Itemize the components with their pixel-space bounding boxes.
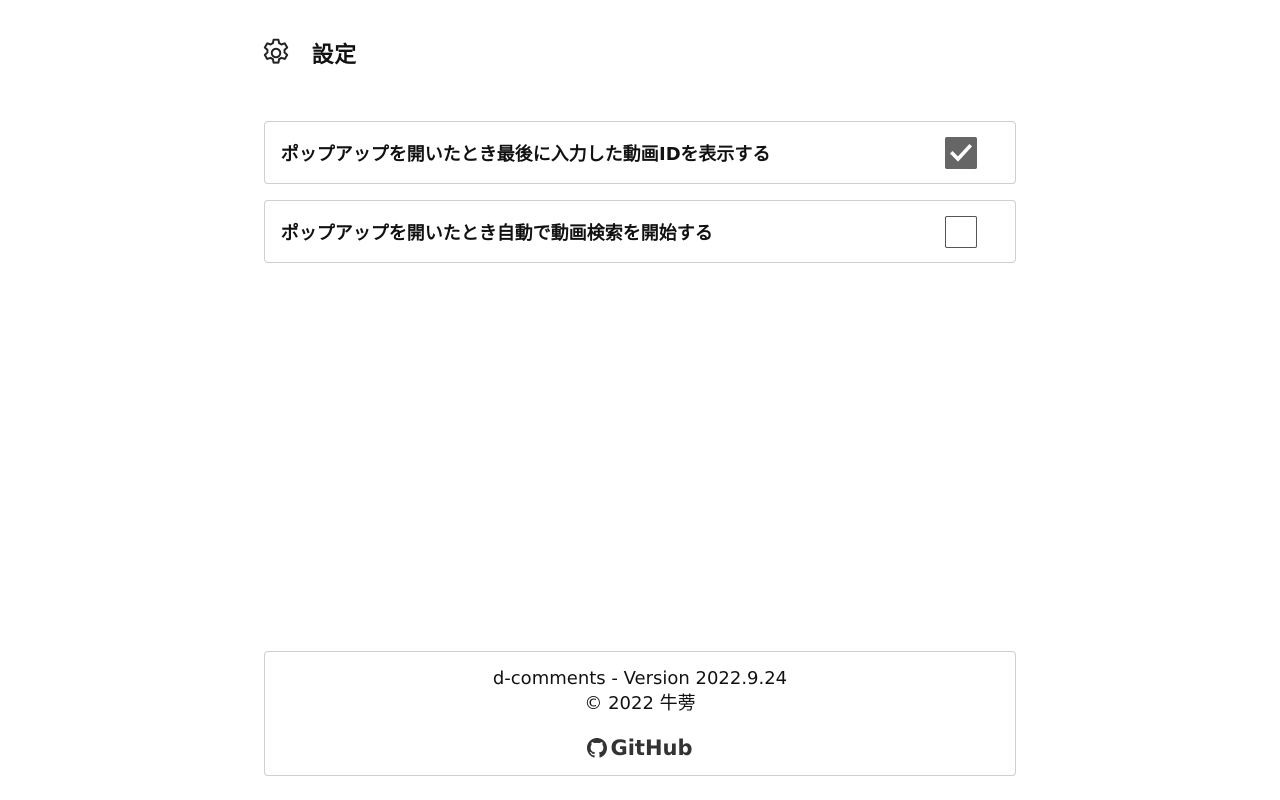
copyright-text: © 2022 牛蒡 (584, 693, 696, 714)
show-last-video-id-checkbox[interactable] (945, 136, 977, 169)
gear-icon (263, 38, 289, 64)
settings-page: 設定 ポップアップを開いたとき最後に入力した動画IDを表示する ポップアップを開… (0, 0, 1280, 800)
option-label: ポップアップを開いたとき自動で動画検索を開始する (281, 222, 713, 244)
github-label: GitHub (610, 736, 693, 760)
auto-search-checkbox[interactable] (945, 215, 977, 248)
checkmark-icon (949, 143, 973, 162)
github-link[interactable]: GitHub (265, 735, 1015, 761)
option-label: ポップアップを開いたとき最後に入力した動画IDを表示する (281, 143, 771, 165)
footer: d-comments - Version 2022.9.24 © 2022 牛蒡… (264, 651, 1016, 776)
page-title: 設定 (312, 43, 358, 68)
page-header: 設定 (259, 36, 357, 70)
option-show-last-video-id: ポップアップを開いたとき最後に入力した動画IDを表示する (264, 121, 1016, 184)
version-text: d-comments - Version 2022.9.24 (492, 668, 788, 689)
option-auto-search: ポップアップを開いたとき自動で動画検索を開始する (264, 200, 1016, 263)
github-icon (587, 738, 608, 758)
